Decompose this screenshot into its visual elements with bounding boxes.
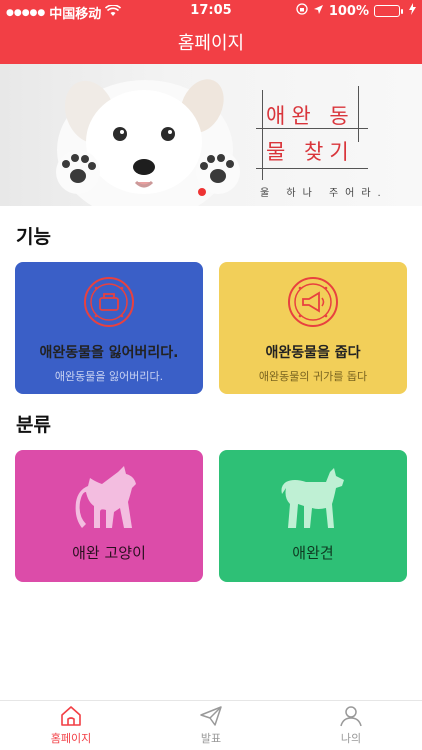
tab-mine-label: 나의 — [340, 732, 362, 745]
bottom-tab-bar: 홈페이지 발표 나의 — [0, 700, 422, 750]
carousel-indicator[interactable] — [198, 188, 206, 196]
paper-plane-icon — [200, 706, 222, 726]
tab-publish-label: 발표 — [200, 732, 222, 745]
dog-category-card[interactable]: 애완견 — [219, 450, 407, 582]
tab-home-label: 홈페이지 — [50, 732, 92, 745]
battery-icon — [374, 5, 403, 17]
lost-pet-title: 애완동물을 잃어버리다. — [39, 345, 179, 361]
banner-rule — [256, 168, 368, 169]
found-pet-card[interactable]: 애완동물을 줍다 애완동물의 귀가를 돕다 — [219, 262, 407, 394]
section-title-function: 기능 — [16, 226, 51, 248]
banner-rule — [358, 86, 359, 142]
rotation-lock-icon — [296, 3, 308, 19]
charging-icon — [409, 3, 416, 19]
cat-category-title: 애완 고양이 — [72, 544, 146, 562]
lost-bag-icon — [84, 277, 134, 327]
banner-text-line3: 울 하나 주어라. — [260, 188, 388, 199]
found-pet-title: 애완동물을 줍다 — [265, 345, 361, 361]
cat-icon — [75, 466, 136, 528]
lost-pet-subtitle: 애완동물을 잃어버리다. — [54, 370, 164, 383]
location-icon — [313, 4, 324, 19]
tab-mine[interactable]: 나의 — [306, 705, 396, 746]
dog-icon — [281, 468, 344, 528]
home-icon — [61, 706, 81, 726]
tab-publish[interactable]: 발표 — [166, 705, 256, 746]
banner-rule — [262, 90, 263, 180]
dog-category-title: 애완견 — [292, 544, 334, 562]
banner-text-line2: 물 찾기 — [266, 140, 355, 164]
banner-carousel[interactable]: 애완 동 물 찾기 울 하나 주어라. — [0, 64, 422, 206]
status-bar: ●●●●● 中国移动 17:05 100% — [0, 0, 422, 22]
tab-home[interactable]: 홈페이지 — [26, 705, 116, 746]
puppy-image — [56, 79, 240, 206]
cat-category-card[interactable]: 애완 고양이 — [15, 450, 203, 582]
battery-label: 100% — [328, 3, 369, 19]
app-header: ●●●●● 中国移动 17:05 100% 홈페이지 — [0, 0, 422, 64]
section-title-category: 분류 — [16, 414, 51, 436]
page-title: 홈페이지 — [177, 33, 245, 54]
banner-text-line1: 애완 동 — [266, 104, 355, 128]
lost-pet-card[interactable]: 애완동물을 잃어버리다. 애완동물을 잃어버리다. — [15, 262, 203, 394]
found-pet-subtitle: 애완동물의 귀가를 돕다 — [258, 370, 368, 383]
person-icon — [340, 706, 362, 727]
megaphone-icon — [288, 277, 338, 327]
